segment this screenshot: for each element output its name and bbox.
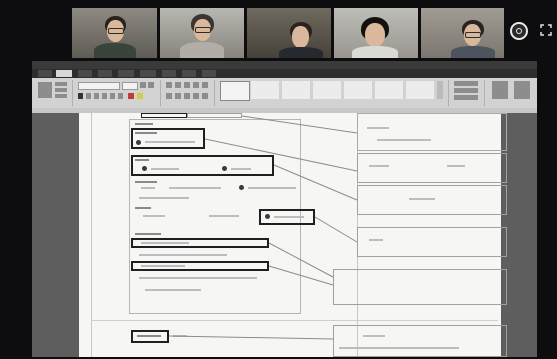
font-name-select[interactable]	[78, 82, 120, 90]
align-left-button[interactable]	[166, 93, 172, 99]
align-center-button[interactable]	[175, 93, 181, 99]
tab-insert[interactable]	[78, 70, 92, 77]
highlight-button[interactable]	[137, 93, 143, 99]
style-emphasis[interactable]	[406, 81, 434, 99]
document-page	[79, 113, 507, 357]
decrease-indent-button[interactable]	[193, 82, 199, 88]
participant-tile[interactable]	[334, 8, 418, 58]
styles-more-button[interactable]	[437, 81, 443, 99]
window-title-bar	[32, 61, 537, 69]
style-subtitle[interactable]	[375, 81, 403, 99]
expand-icon[interactable]	[540, 24, 552, 36]
subscript-button[interactable]	[110, 93, 115, 99]
grow-font-button[interactable]	[140, 82, 146, 88]
tab-home[interactable]	[56, 70, 72, 77]
justify-button[interactable]	[193, 93, 199, 99]
font-size-select[interactable]	[122, 82, 138, 90]
ribbon-toolbar	[32, 78, 537, 108]
participant-tile[interactable]	[247, 8, 331, 58]
shared-screen	[32, 61, 537, 357]
connector-lines	[168, 115, 358, 340]
dictate-button[interactable]	[492, 81, 508, 99]
style-normal[interactable]	[220, 81, 250, 101]
shrink-font-button[interactable]	[148, 82, 154, 88]
multilevel-list-button[interactable]	[184, 82, 190, 88]
numbering-button[interactable]	[175, 82, 181, 88]
copy-button[interactable]	[55, 88, 67, 92]
tab-references[interactable]	[140, 70, 156, 77]
italic-button[interactable]	[86, 93, 91, 99]
tab-design[interactable]	[98, 70, 112, 77]
superscript-button[interactable]	[118, 93, 123, 99]
select-button[interactable]	[454, 95, 478, 100]
participant-strip	[72, 8, 504, 58]
gear-icon[interactable]	[510, 22, 528, 40]
tab-review[interactable]	[182, 70, 196, 77]
underline-button[interactable]	[94, 93, 99, 99]
find-button[interactable]	[454, 81, 478, 86]
paste-button[interactable]	[38, 82, 52, 98]
style-heading-1[interactable]	[282, 81, 310, 99]
format-painter-button[interactable]	[55, 94, 67, 98]
tab-mailings[interactable]	[162, 70, 176, 77]
line-spacing-button[interactable]	[202, 93, 208, 99]
participant-tile[interactable]	[72, 8, 157, 58]
increase-indent-button[interactable]	[202, 82, 208, 88]
tab-layout[interactable]	[118, 70, 134, 77]
style-heading-2[interactable]	[313, 81, 341, 99]
font-color-button[interactable]	[128, 93, 134, 99]
ribbon-tabs	[32, 69, 537, 78]
style-no-spacing[interactable]	[251, 81, 279, 99]
participant-tile[interactable]	[421, 8, 504, 58]
tab-file[interactable]	[38, 70, 52, 77]
tab-view[interactable]	[202, 70, 216, 77]
editor-button[interactable]	[514, 81, 530, 99]
participant-tile[interactable]	[160, 8, 244, 58]
bold-button[interactable]	[78, 93, 83, 99]
strikethrough-button[interactable]	[102, 93, 107, 99]
cut-button[interactable]	[55, 82, 67, 86]
align-right-button[interactable]	[184, 93, 190, 99]
replace-button[interactable]	[454, 88, 478, 93]
style-title[interactable]	[344, 81, 372, 99]
bullets-button[interactable]	[166, 82, 172, 88]
